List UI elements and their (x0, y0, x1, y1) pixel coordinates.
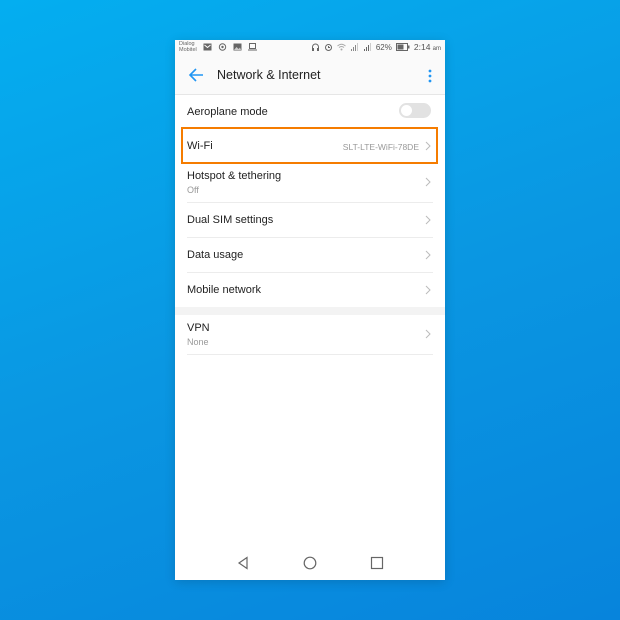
page-title: Network & Internet (217, 68, 321, 82)
wifi-icon (337, 43, 346, 51)
notification-icons (203, 43, 257, 51)
chevron-right-icon (425, 250, 431, 260)
data-usage-row[interactable]: Data usage (187, 238, 433, 273)
phone-screen: Dialog Mobitel 62% 2:14 am Network & Int… (175, 40, 445, 580)
wifi-network-name: SLT-LTE-WiFi-78DE (342, 142, 419, 152)
toggle-knob (401, 105, 412, 116)
dual-sim-row[interactable]: Dual SIM settings (187, 203, 433, 238)
battery-icon (395, 43, 410, 51)
alarm-icon (324, 44, 332, 51)
aeroplane-mode-label: Aeroplane mode (187, 106, 268, 118)
chevron-right-icon (425, 215, 431, 225)
laptop-icon (248, 43, 257, 51)
chevron-right-icon (425, 177, 431, 187)
nav-back-icon[interactable] (236, 556, 250, 570)
mobile-network-row[interactable]: Mobile network (187, 273, 433, 307)
wifi-row[interactable]: Wi-Fi SLT-LTE-WiFi-78DE (187, 129, 433, 163)
vpn-label: VPN (187, 322, 210, 334)
chevron-right-icon (425, 285, 431, 295)
wifi-label: Wi-Fi (187, 140, 213, 152)
signal-sim2-icon (363, 43, 371, 51)
gallery-icon (233, 43, 242, 51)
status-bar: Dialog Mobitel 62% 2:14 am (175, 40, 445, 56)
arrow-left-icon[interactable] (187, 67, 205, 83)
data-usage-label: Data usage (187, 249, 244, 261)
more-vert-icon[interactable] (427, 68, 433, 84)
battery-percent: 62% (375, 42, 392, 52)
headset-icon (311, 43, 319, 51)
whatsapp-icon (218, 43, 227, 51)
chevron-right-icon (425, 329, 431, 339)
nav-recents-icon[interactable] (370, 556, 384, 570)
system-icons: 62% 2:14 am (311, 42, 441, 52)
navigation-bar (175, 546, 445, 580)
chevron-right-icon (425, 141, 431, 151)
hotspot-label: Hotspot & tethering (187, 170, 282, 182)
aeroplane-mode-toggle[interactable] (399, 103, 431, 118)
settings-list: Aeroplane mode Wi-Fi SLT-LTE-WiFi-78DE H… (175, 95, 445, 355)
hotspot-row[interactable]: Hotspot & tethering Off (187, 163, 433, 203)
dual-sim-label: Dual SIM settings (187, 214, 274, 226)
app-bar: Network & Internet (175, 56, 445, 95)
carrier-2: Mobitel (179, 47, 197, 53)
carrier-label: Dialog Mobitel (179, 41, 197, 53)
gmail-icon (203, 43, 212, 51)
mobile-network-label: Mobile network (187, 284, 261, 296)
vpn-row[interactable]: VPN None (187, 315, 433, 355)
aeroplane-mode-row[interactable]: Aeroplane mode (187, 95, 433, 129)
nav-home-icon[interactable] (303, 556, 317, 570)
section-divider (175, 307, 445, 315)
hotspot-status: Off (187, 185, 199, 195)
clock: 2:14 am (413, 42, 441, 52)
vpn-status: None (187, 337, 209, 347)
signal-sim1-icon (350, 43, 358, 51)
